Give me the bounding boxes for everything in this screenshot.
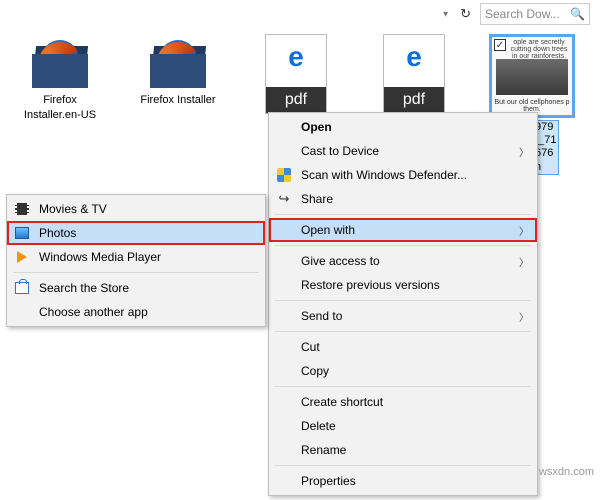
chevron-right-icon: 〉 [519,223,529,238]
menu-separator [275,245,531,246]
menu-create-shortcut[interactable]: Create shortcut [269,390,537,414]
search-placeholder: Search Dow... [485,7,566,21]
pdf-badge: pdf [266,87,326,113]
photos-icon [14,225,30,241]
menu-separator [275,465,531,466]
pdf-badge: pdf [384,87,444,113]
store-icon [14,280,30,296]
menu-open-with[interactable]: Open with〉 [269,218,537,242]
search-icon: 🔍 [570,7,585,21]
file-label: Firefox Installer [128,94,228,107]
file-label: Firefox [10,94,110,107]
pdf-icon: e pdf [265,34,327,114]
checkbox-icon[interactable]: ✓ [494,39,506,51]
movies-tv-icon [14,201,30,217]
explorer-toolbar: ▾ ↻ Search Dow... 🔍 [0,0,600,28]
menu-separator [275,214,531,215]
menu-separator [275,386,531,387]
watermark-text: wsxdn.com [539,466,594,478]
menu-delete[interactable]: Delete [269,414,537,438]
thumbnail-caption-top: ople are secretly cutting down trees in … [508,39,570,60]
menu-rename[interactable]: Rename [269,438,537,462]
menu-scan-defender[interactable]: Scan with Windows Defender... [269,163,537,187]
media-player-icon [14,249,30,265]
menu-properties[interactable]: Properties [269,469,537,493]
submenu-photos[interactable]: Photos [7,221,265,245]
chevron-right-icon: 〉 [519,144,529,159]
refresh-icon[interactable]: ↻ [455,6,476,22]
edge-e-icon: e [266,41,326,73]
firefox-box-icon [147,34,209,92]
file-firefox-installer-enus[interactable]: Firefox Installer.en-US [10,34,110,175]
menu-separator [275,331,531,332]
thumbnail-caption-bottom: But our old cellphones p them. [494,99,570,113]
menu-open[interactable]: Open [269,115,537,139]
menu-copy[interactable]: Copy [269,359,537,383]
shield-icon [276,167,292,183]
submenu-movies-tv[interactable]: Movies & TV [7,197,265,221]
context-menu: Open Cast to Device〉 Scan with Windows D… [268,112,538,496]
submenu-choose-another-app[interactable]: Choose another app [7,300,265,324]
menu-separator [13,272,259,273]
menu-give-access-to[interactable]: Give access to〉 [269,249,537,273]
search-input[interactable]: Search Dow... 🔍 [480,3,590,25]
menu-restore-versions[interactable]: Restore previous versions [269,273,537,297]
chevron-right-icon: 〉 [519,309,529,324]
firefox-box-icon [29,34,91,92]
file-label: Installer.en-US [10,109,110,122]
open-with-submenu: Movies & TV Photos Windows Media Player … [6,194,266,327]
menu-cast-to-device[interactable]: Cast to Device〉 [269,139,537,163]
submenu-search-store[interactable]: Search the Store [7,276,265,300]
edge-e-icon: e [384,41,444,73]
submenu-windows-media-player[interactable]: Windows Media Player [7,245,265,269]
share-icon: ↪ [276,191,292,207]
pdf-icon: e pdf [383,34,445,114]
menu-share[interactable]: ↪Share [269,187,537,211]
menu-cut[interactable]: Cut [269,335,537,359]
chevron-right-icon: 〉 [519,254,529,269]
file-firefox-installer[interactable]: Firefox Installer [128,34,228,175]
menu-send-to[interactable]: Send to〉 [269,304,537,328]
menu-separator [275,300,531,301]
dropdown-chevron-icon[interactable]: ▾ [440,9,451,20]
image-thumbnail: ✓ ople are secretly cutting down trees i… [489,34,575,118]
